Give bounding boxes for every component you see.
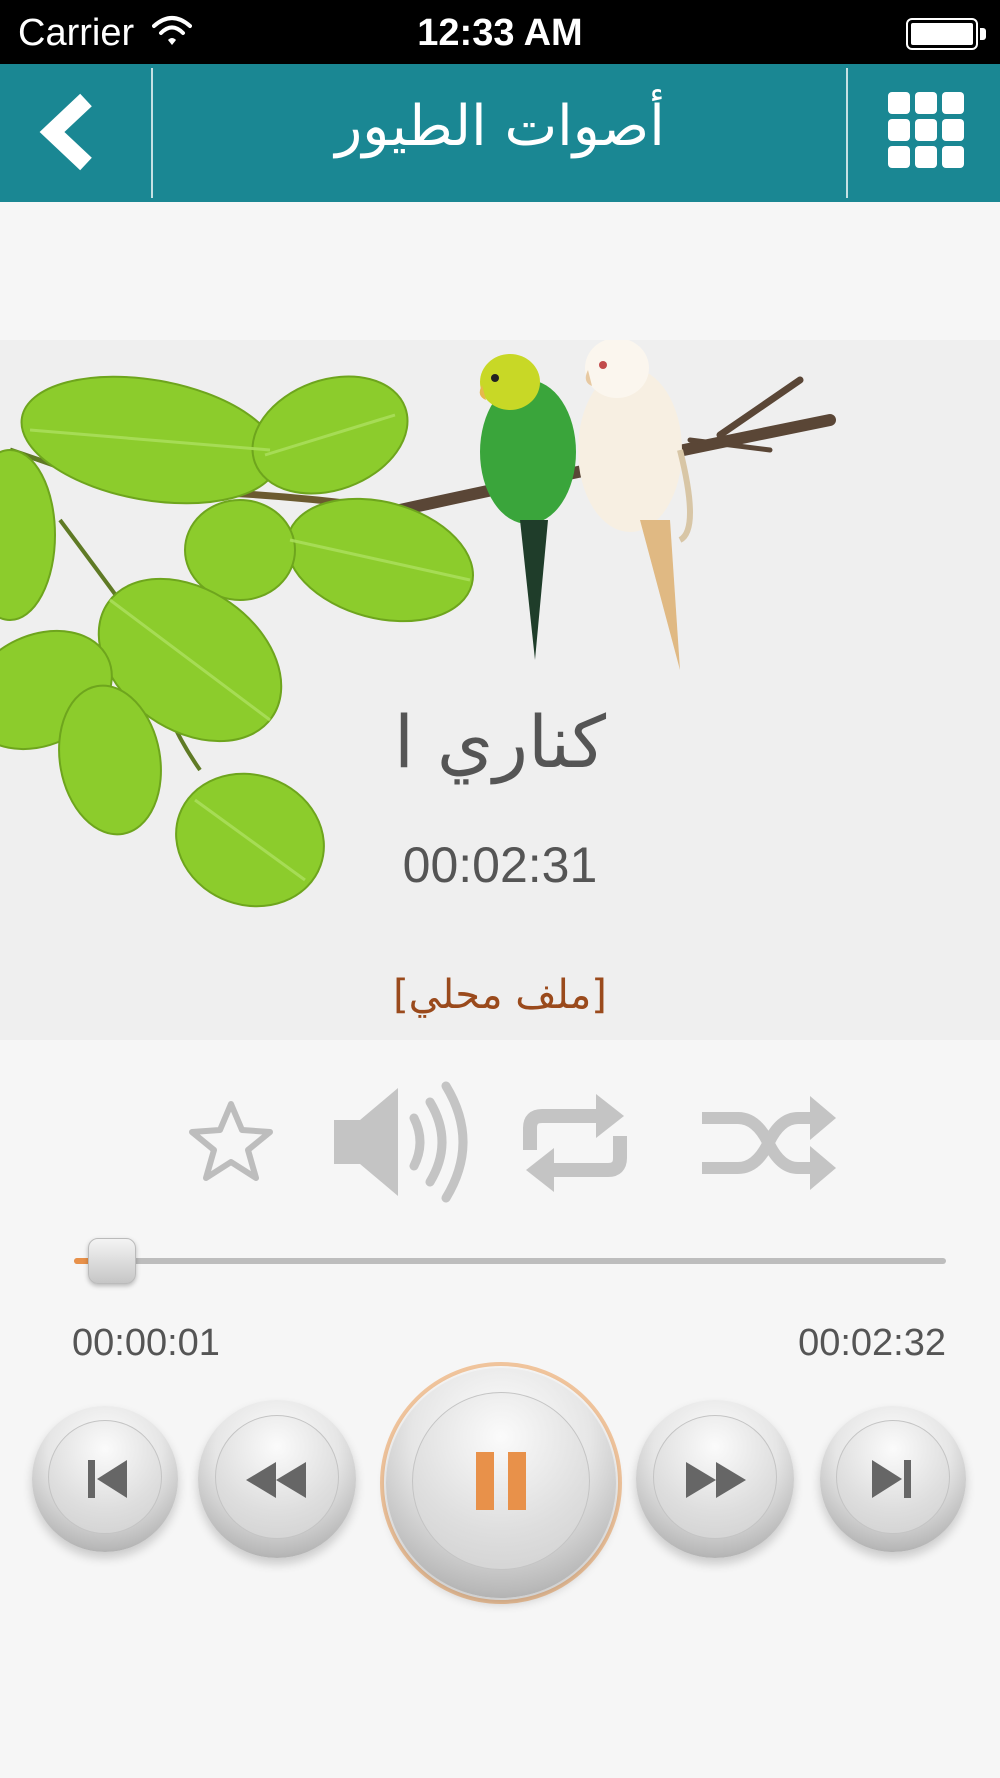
- skip-previous-icon: [88, 1460, 127, 1498]
- chevron-left-icon: [39, 93, 92, 171]
- previous-button[interactable]: [32, 1406, 178, 1552]
- fast-forward-icon: [686, 1462, 746, 1498]
- skip-next-icon: [872, 1460, 911, 1498]
- menu-grid-button[interactable]: [848, 64, 1000, 202]
- shuffle-button[interactable]: [698, 1090, 840, 1196]
- pause-button[interactable]: [386, 1368, 616, 1598]
- elapsed-time: 00:00:01: [72, 1322, 220, 1364]
- grid-icon: [888, 92, 964, 168]
- battery-tip: [980, 28, 986, 40]
- total-time: 00:02:32: [798, 1322, 946, 1364]
- track-source-label: [ملف محلي]: [393, 972, 607, 1018]
- repeat-button[interactable]: [516, 1088, 634, 1198]
- battery-icon: [906, 18, 978, 50]
- back-button[interactable]: [0, 64, 152, 202]
- rewind-button[interactable]: [198, 1400, 356, 1558]
- track-duration: 00:02:31: [402, 837, 598, 893]
- progress-thumb[interactable]: [88, 1238, 136, 1284]
- bird-artwork: [0, 340, 836, 908]
- pause-icon: [476, 1452, 526, 1510]
- fast-forward-button[interactable]: [636, 1400, 794, 1558]
- page-title: أصوات الطيور: [335, 94, 665, 159]
- status-bar: Carrier 12:33 AM: [0, 0, 1000, 64]
- progress-slider[interactable]: [74, 1258, 946, 1264]
- rewind-icon: [246, 1462, 306, 1498]
- star-icon: [189, 1101, 273, 1181]
- status-time: 12:33 AM: [417, 12, 583, 54]
- favorite-button[interactable]: [186, 1098, 276, 1184]
- next-button[interactable]: [820, 1406, 966, 1552]
- shuffle-icon: [702, 1096, 836, 1190]
- volume-button[interactable]: [330, 1080, 470, 1204]
- track-title: كناري ا: [394, 700, 606, 784]
- nav-bar: أصوات الطيور: [0, 64, 1000, 202]
- repeat-icon: [523, 1094, 627, 1192]
- volume-icon: [334, 1081, 468, 1203]
- artwork-panel: كناري ا 00:02:31 [ملف محلي]: [0, 340, 1000, 1040]
